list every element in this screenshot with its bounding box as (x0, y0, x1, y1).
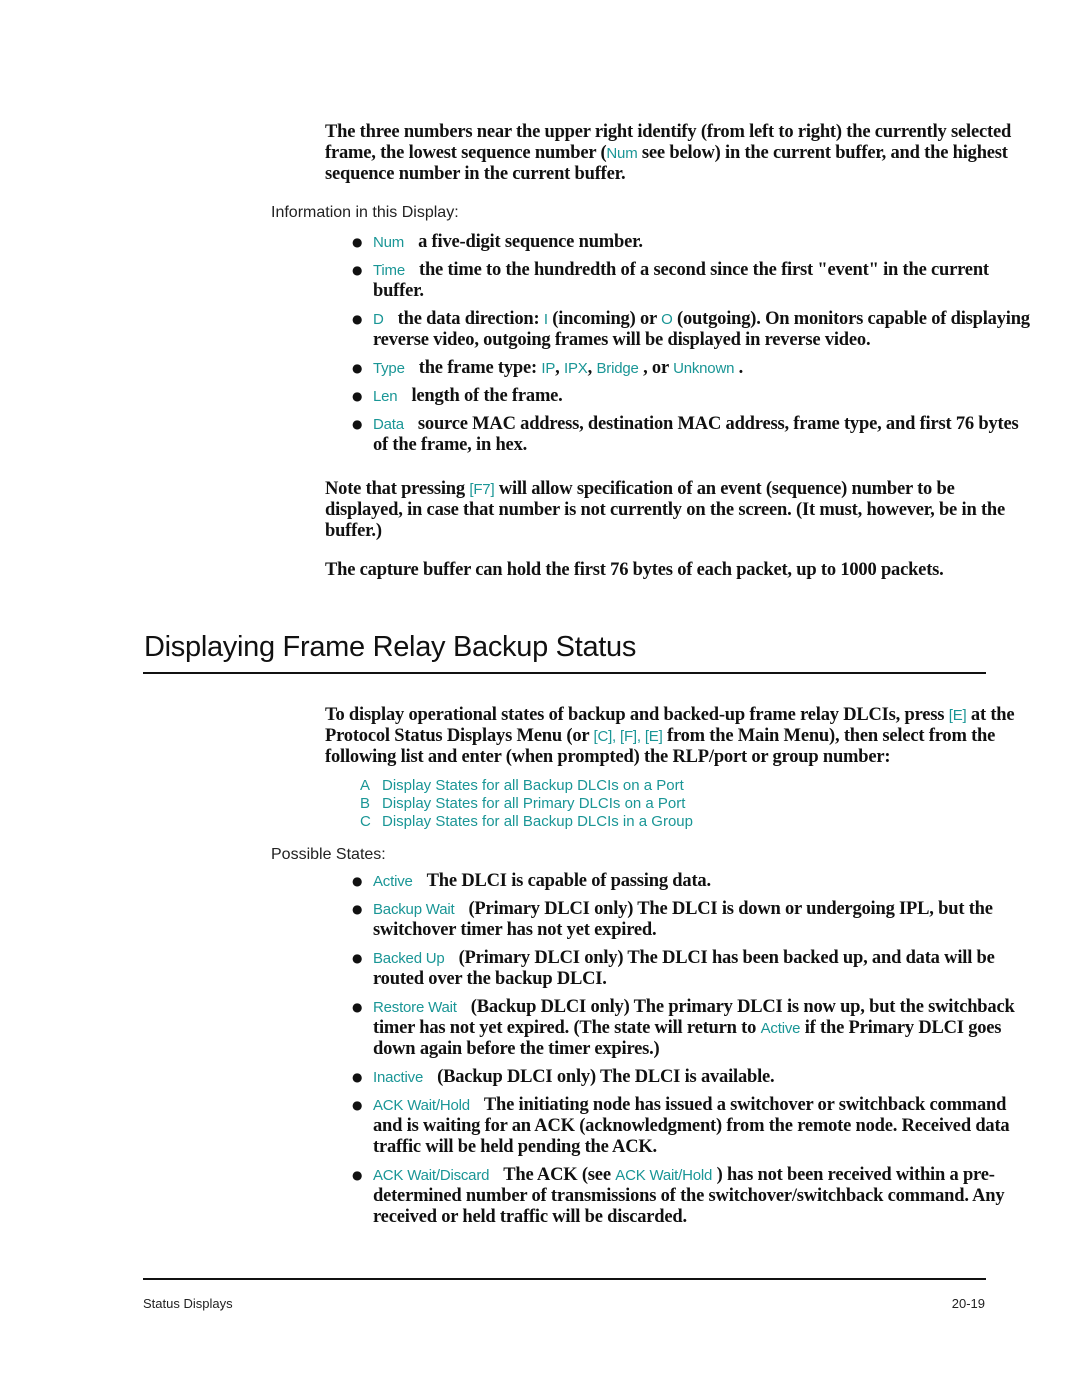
item-desc: a five-digit sequence number. (418, 232, 643, 252)
list-item: Restore Wait(Backup DLCI only) The prima… (350, 997, 1030, 1060)
capture-paragraph: The capture buffer can hold the first 76… (325, 560, 944, 580)
list-item: Len length of the frame. (350, 386, 1030, 407)
option-label: Display States for all Primary DLCIs on … (382, 795, 686, 812)
note-paragraph: Note that pressing [F7] will allow speci… (325, 479, 1030, 542)
info-label: Information in this Display: (271, 204, 459, 221)
state-backup-wait: Backup Wait (373, 901, 455, 918)
list-item: Datasource MAC address, destination MAC … (350, 414, 1030, 456)
list-item: ACK Wait/HoldThe initiating node has iss… (350, 1095, 1030, 1158)
option-key: A (360, 777, 371, 794)
state-desc: (Primary DLCI only) The DLCI has been ba… (373, 948, 995, 989)
key-f7: [F7] (469, 481, 495, 498)
list-item: Typethe frame type: IP, IPX, Bridge , or… (350, 358, 1030, 379)
type-ipx: IPX (564, 360, 588, 377)
item-desc: source MAC address, destination MAC addr… (373, 414, 1019, 455)
key-e: [E] (948, 707, 967, 724)
term-num: Num (373, 234, 405, 251)
list-item: Backed Up(Primary DLCI only) The DLCI ha… (350, 948, 1030, 990)
state-desc: (Primary DLCI only) The DLCI is down or … (373, 899, 993, 940)
info-list: Numa five-digit sequence number. Timethe… (350, 232, 1030, 463)
term-len: Len (373, 388, 398, 405)
list-item: ACK Wait/Discard The ACK (see ACK Wait/Ho… (350, 1165, 1030, 1228)
item-desc: . (734, 358, 744, 378)
option-item: A Display States for all Backup DLCIs on … (360, 777, 693, 795)
state-ref-active: Active (760, 1020, 801, 1037)
heading-rule (143, 672, 986, 674)
state-ref-ack-wait-hold: ACK Wait/Hold (615, 1167, 713, 1184)
list-item: Active The DLCI is capable of passing dat… (350, 871, 1030, 892)
option-label: Display States for all Backup DLCIs on a… (382, 777, 684, 794)
intro-paragraph: The three numbers near the upper right i… (325, 122, 1030, 185)
list-item: Backup Wait(Primary DLCI only) The DLCI … (350, 899, 1030, 941)
term-type: Type (373, 360, 405, 377)
list-item: Inactive (Backup DLCI only) The DLCI is a… (350, 1067, 1030, 1088)
options-list: A Display States for all Backup DLCIs on … (360, 777, 693, 831)
state-restore-wait: Restore Wait (373, 999, 457, 1016)
section-text-a: To display operational states of backup … (325, 705, 949, 725)
footer-rule (143, 1278, 986, 1280)
code-outgoing: O (661, 311, 673, 328)
note-text-a: Note that pressing (325, 479, 470, 499)
option-item: C Display States for all Backup DLCIs in … (360, 813, 693, 831)
type-unknown: Unknown (673, 360, 735, 377)
term-d: D (373, 311, 384, 328)
type-bridge: Bridge (596, 360, 639, 377)
term-num-ref: Num (606, 145, 638, 162)
term-time: Time (373, 262, 405, 279)
item-desc: the frame type: (418, 358, 542, 378)
term-data: Data (373, 416, 404, 433)
option-key: C (360, 813, 371, 830)
state-ack-wait-hold: ACK Wait/Hold (373, 1097, 470, 1114)
state-desc: (Backup DLCI only) The DLCI is available… (437, 1067, 775, 1087)
states-label: Possible States: (271, 846, 386, 863)
key-sequence: [C], [F], [E] (593, 728, 663, 745)
state-active: Active (373, 873, 413, 890)
state-desc: The ACK (see (503, 1165, 616, 1185)
item-desc: length of the frame. (411, 386, 563, 406)
item-desc: the data direction: (397, 309, 544, 329)
list-item: Dthe data direction: I (incoming) or O (… (350, 309, 1030, 351)
list-item: Num a five-digit sequence number. (350, 232, 1030, 253)
section-heading: Displaying Frame Relay Backup Status (144, 631, 637, 663)
footer-section-title: Status Displays (143, 1296, 233, 1311)
state-backed-up: Backed Up (373, 950, 445, 967)
state-inactive: Inactive (373, 1069, 424, 1086)
section-intro-paragraph: To display operational states of backup … (325, 705, 1030, 768)
item-desc: the time to the hundredth of a second si… (373, 260, 989, 301)
option-item: B Display States for all Primary DLCIs on… (360, 795, 693, 813)
option-key: B (360, 795, 371, 812)
page-number: 20-19 (951, 1296, 985, 1311)
list-item: Timethe time to the hundredth of a secon… (350, 260, 1030, 302)
states-list: Active The DLCI is capable of passing dat… (350, 871, 1030, 1235)
type-ip: IP (541, 360, 556, 377)
option-label: Display States for all Backup DLCIs in a… (382, 813, 693, 830)
state-ack-wait-discard: ACK Wait/Discard (373, 1167, 490, 1184)
state-desc: The DLCI is capable of passing data. (426, 871, 711, 891)
item-desc: (incoming) or (547, 309, 662, 329)
item-desc: , or (638, 358, 674, 378)
